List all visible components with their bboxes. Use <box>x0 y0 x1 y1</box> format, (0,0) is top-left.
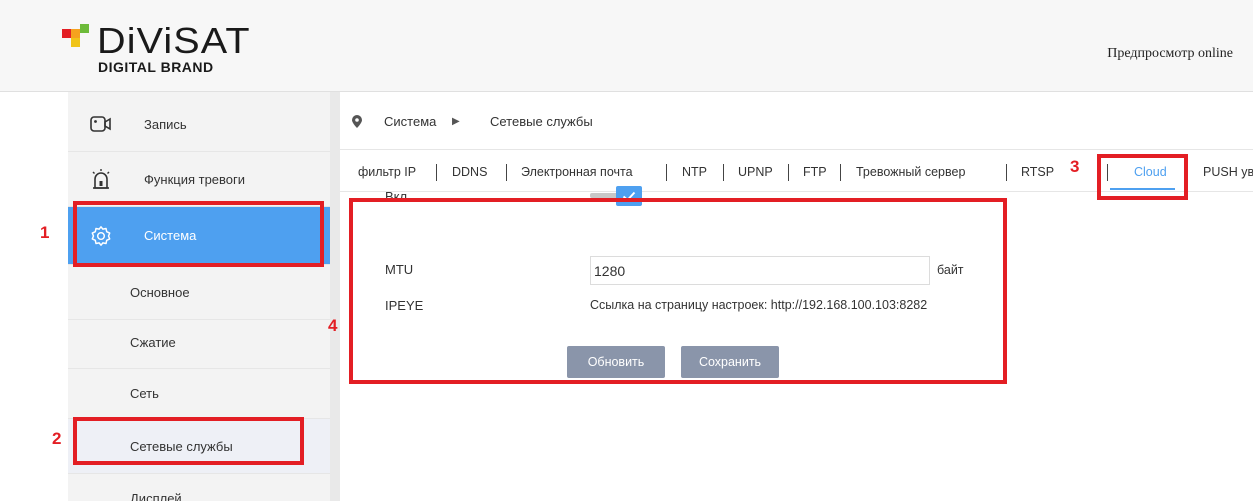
sidebar-item-label: Сжатие <box>130 334 176 350</box>
logo-square-red-icon <box>62 29 71 38</box>
logo-square-yellow-icon <box>71 38 80 47</box>
tab-ntp[interactable]: NTP <box>682 165 707 179</box>
tab-push[interactable]: PUSH ув <box>1203 165 1253 179</box>
annotation-number-4: 4 <box>328 316 338 335</box>
sidebar-item-label: Сеть <box>130 386 159 401</box>
tab-separator <box>666 164 667 181</box>
breadcrumb-arrow-icon: ▶ <box>452 116 460 127</box>
annotation-box-2 <box>73 417 304 465</box>
tab-email[interactable]: Электронная почта <box>521 165 633 179</box>
annotation-box-3 <box>1097 154 1188 200</box>
sidebar-item-label: Запись <box>144 116 187 132</box>
tab-separator <box>723 164 724 181</box>
alarm-siren-icon <box>90 168 112 190</box>
location-pin-icon <box>352 115 362 131</box>
sidebar-item-compression[interactable]: Сжатие <box>68 316 330 369</box>
sidebar-item-display[interactable]: Дисплей <box>68 474 330 501</box>
annotation-number-3: 3 <box>1070 157 1080 176</box>
brand-logo: DiViSAT DIGITAL BRAND <box>62 18 272 78</box>
sidebar-item-general[interactable]: Основное <box>68 265 330 320</box>
tab-alarm-server[interactable]: Тревожный сервер <box>856 165 965 179</box>
breadcrumb-system[interactable]: Система <box>384 114 436 129</box>
tab-separator <box>788 164 789 181</box>
tab-ftp[interactable]: FTP <box>803 165 827 179</box>
brand-name: DiViSAT <box>97 20 251 61</box>
tab-rtsp[interactable]: RTSP <box>1021 165 1054 179</box>
sidebar-item-label: Основное <box>130 284 190 300</box>
breadcrumb: Система ▶ Сетевые службы <box>340 92 1253 150</box>
header: DiViSAT DIGITAL BRAND Предпросмотр onlin… <box>0 0 1253 92</box>
annotation-number-1: 1 <box>40 223 50 242</box>
tab-separator <box>506 164 507 181</box>
tab-upnp[interactable]: UPNP <box>738 165 773 179</box>
preview-online-link[interactable]: Предпросмотр online <box>1107 46 1233 62</box>
tab-ddns[interactable]: DDNS <box>452 165 487 179</box>
sidebar-item-label: Функция тревоги <box>144 171 246 187</box>
logo-square-orange-icon <box>71 29 80 38</box>
annotation-number-2: 2 <box>52 429 62 448</box>
camera-icon <box>90 113 112 135</box>
sidebar-divider <box>330 92 340 501</box>
sidebar-item-alarm[interactable]: Функция тревоги <box>68 152 330 207</box>
tab-separator <box>436 164 437 181</box>
sidebar-item-network[interactable]: Сеть <box>68 369 330 419</box>
tab-separator <box>840 164 841 181</box>
tab-ip-filter[interactable]: фильтр IP <box>358 165 416 179</box>
tab-separator <box>1006 164 1007 181</box>
sidebar-item-label: Дисплей <box>130 491 182 501</box>
annotation-box-4 <box>349 198 1007 384</box>
breadcrumb-network-services: Сетевые службы <box>490 114 593 129</box>
sidebar-item-recording[interactable]: Запись <box>68 97 330 152</box>
brand-subtitle: DIGITAL BRAND <box>98 59 214 75</box>
logo-square-green-icon <box>80 24 89 33</box>
annotation-box-1 <box>73 201 324 267</box>
